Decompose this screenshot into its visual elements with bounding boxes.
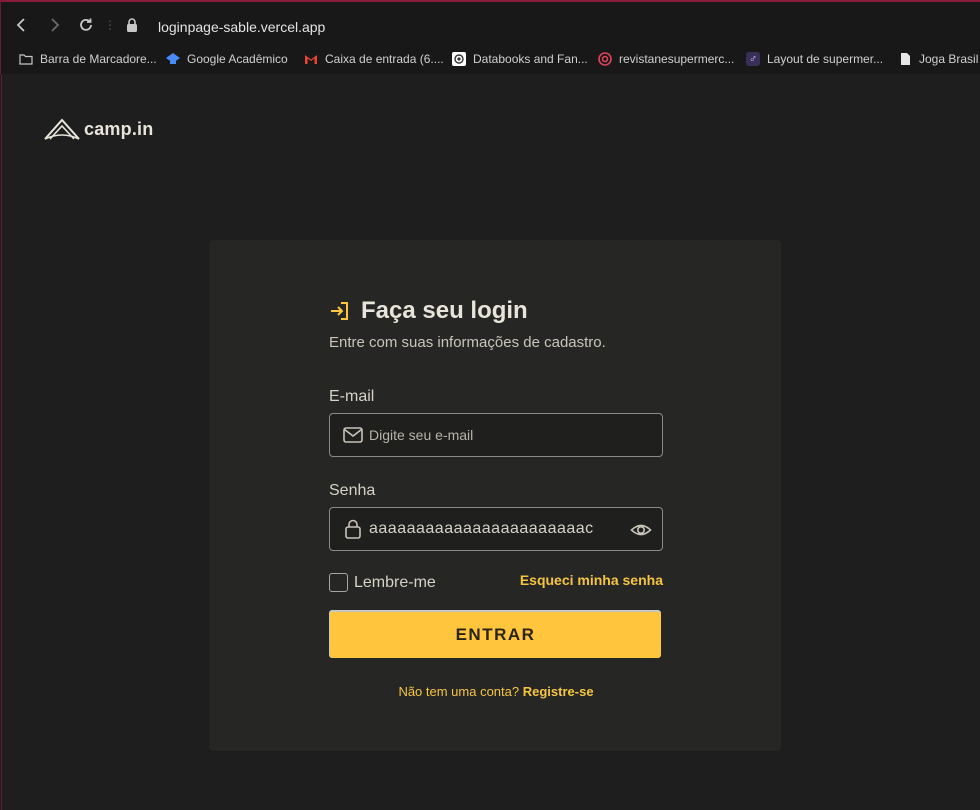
bookmark-label: revistanesupermerc... — [619, 52, 735, 66]
email-label: E-mail — [329, 388, 375, 405]
chevron-left-icon — [16, 18, 25, 32]
target-icon — [598, 52, 612, 66]
password-field[interactable] — [329, 507, 663, 551]
signup-link[interactable]: Registre-se — [523, 684, 594, 699]
remember-checkbox[interactable] — [329, 573, 348, 592]
bookmark-databooks[interactable]: Databooks and Fan... — [452, 49, 588, 69]
remember-label: Lembre-me — [354, 573, 436, 591]
separator: ⋮ — [104, 18, 116, 32]
back-button[interactable] — [13, 16, 31, 34]
page-content: camp.in Faça seu login Entre com suas in… — [1, 74, 980, 810]
password-label: Senha — [329, 482, 376, 499]
email-field[interactable] — [329, 413, 663, 457]
bookmark-folder[interactable]: Barra de Marcadore... — [19, 49, 157, 69]
forgot-password-link[interactable]: Esqueci minha senha — [520, 572, 663, 588]
bookmark-label: Barra de Marcadore... — [40, 52, 157, 66]
signup-prompt: Não tem uma conta? — [398, 684, 520, 699]
url-domain: vercel.app — [260, 19, 326, 35]
sign-in-icon — [331, 302, 348, 320]
address-bar: ⋮ loginpage-sable.vercel.app — [1, 4, 980, 44]
bookmark-joga-brasil[interactable]: Joga Brasil - — [898, 49, 980, 69]
bookmark-gmail[interactable]: Caixa de entrada (6.... — [304, 49, 444, 69]
login-card: Faça seu login Entre com suas informaçõe… — [209, 240, 781, 751]
lock-icon — [342, 518, 364, 540]
forward-button[interactable] — [45, 16, 63, 34]
google-scholar-icon — [166, 52, 180, 66]
bookmark-label: Caixa de entrada (6.... — [325, 52, 444, 66]
url-host: loginpage-sable. — [158, 19, 261, 35]
bookmark-label: Databooks and Fan... — [473, 52, 588, 66]
submit-button[interactable]: ENTRAR — [329, 610, 661, 658]
page-icon — [898, 52, 912, 66]
signup-row: Não tem uma conta? Registre-se — [329, 684, 663, 699]
tent-logo-icon — [44, 118, 80, 140]
logo[interactable]: camp.in — [44, 114, 153, 144]
bookmark-revista[interactable]: revistanesupermerc... — [598, 49, 734, 69]
logo-text: camp.in — [84, 118, 154, 139]
login-form: Faça seu login Entre com suas informaçõe… — [329, 296, 663, 699]
folder-icon — [19, 52, 33, 66]
bookmark-label: Joga Brasil - — [919, 52, 980, 66]
gmail-icon — [304, 52, 318, 66]
eye-icon[interactable] — [630, 519, 652, 541]
lock-icon[interactable] — [125, 17, 139, 33]
page-title: Faça seu login — [361, 297, 528, 324]
bookmark-label: Layout de supermer... — [767, 52, 884, 66]
bookmark-google-scholar[interactable]: Google Acadêmico — [166, 49, 288, 69]
url-text[interactable]: loginpage-sable.vercel.app — [158, 18, 325, 36]
browser-chrome: ⋮ loginpage-sable.vercel.app Barra de Ma… — [0, 0, 980, 74]
remember-me[interactable]: Lembre-me — [329, 573, 436, 592]
title-row: Faça seu login — [329, 296, 663, 326]
chevron-right-icon — [51, 18, 60, 32]
reload-icon — [80, 18, 92, 31]
password-input[interactable] — [369, 520, 627, 538]
databooks-icon — [452, 52, 466, 66]
subtitle: Entre com suas informações de cadastro. — [329, 334, 606, 351]
reload-button[interactable] — [77, 16, 95, 34]
bookmark-label: Google Acadêmico — [187, 52, 288, 66]
bookmarks-bar: Barra de Marcadore... Google Acadêmico C… — [1, 46, 980, 72]
bookmark-layout[interactable]: ♂ Layout de supermer... — [746, 49, 883, 69]
email-input[interactable] — [369, 427, 662, 443]
mail-icon — [342, 424, 364, 446]
layout-icon: ♂ — [746, 52, 760, 66]
